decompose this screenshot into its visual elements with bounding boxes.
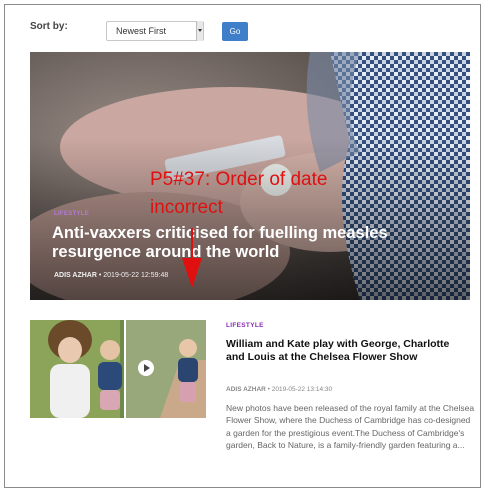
sort-select-value: Newest First xyxy=(116,26,167,36)
hero-title[interactable]: Anti-vaxxers criticised for fuelling mea… xyxy=(52,224,412,262)
sort-select[interactable]: Newest First xyxy=(106,21,204,41)
dropdown-arrow-icon xyxy=(196,21,203,41)
article-title[interactable]: William and Kate play with George, Charl… xyxy=(226,338,470,363)
annotation-note: P5#37: Order of date incorrect xyxy=(150,169,328,218)
hero-category[interactable]: LIFESTYLE xyxy=(54,211,89,217)
annotation-arrow-icon xyxy=(182,228,202,288)
go-button[interactable]: Go xyxy=(222,22,248,41)
hero-meta-bullet: • xyxy=(98,272,102,279)
article-meta: ADIS AZHAR • 2019-05-22 13:14:30 xyxy=(226,386,332,393)
sort-by-label: Sort by: xyxy=(30,21,68,32)
play-icon[interactable] xyxy=(138,360,154,376)
article-author[interactable]: ADIS AZHAR xyxy=(226,386,266,393)
article-meta-bullet: • xyxy=(267,386,270,393)
article-category[interactable]: LIFESTYLE xyxy=(226,322,264,329)
hero-meta: ADIS AZHAR • 2019-05-22 12:59:48 xyxy=(54,272,168,279)
thumbnail-image xyxy=(30,320,206,418)
article-thumbnail[interactable] xyxy=(30,320,206,418)
hero-author[interactable]: ADIS AZHAR xyxy=(54,272,97,279)
hero-date: 2019-05-22 12:59:48 xyxy=(103,272,169,279)
article-excerpt: New photos have been released of the roy… xyxy=(226,403,475,451)
article-date: 2019-05-22 13:14:30 xyxy=(271,386,333,393)
